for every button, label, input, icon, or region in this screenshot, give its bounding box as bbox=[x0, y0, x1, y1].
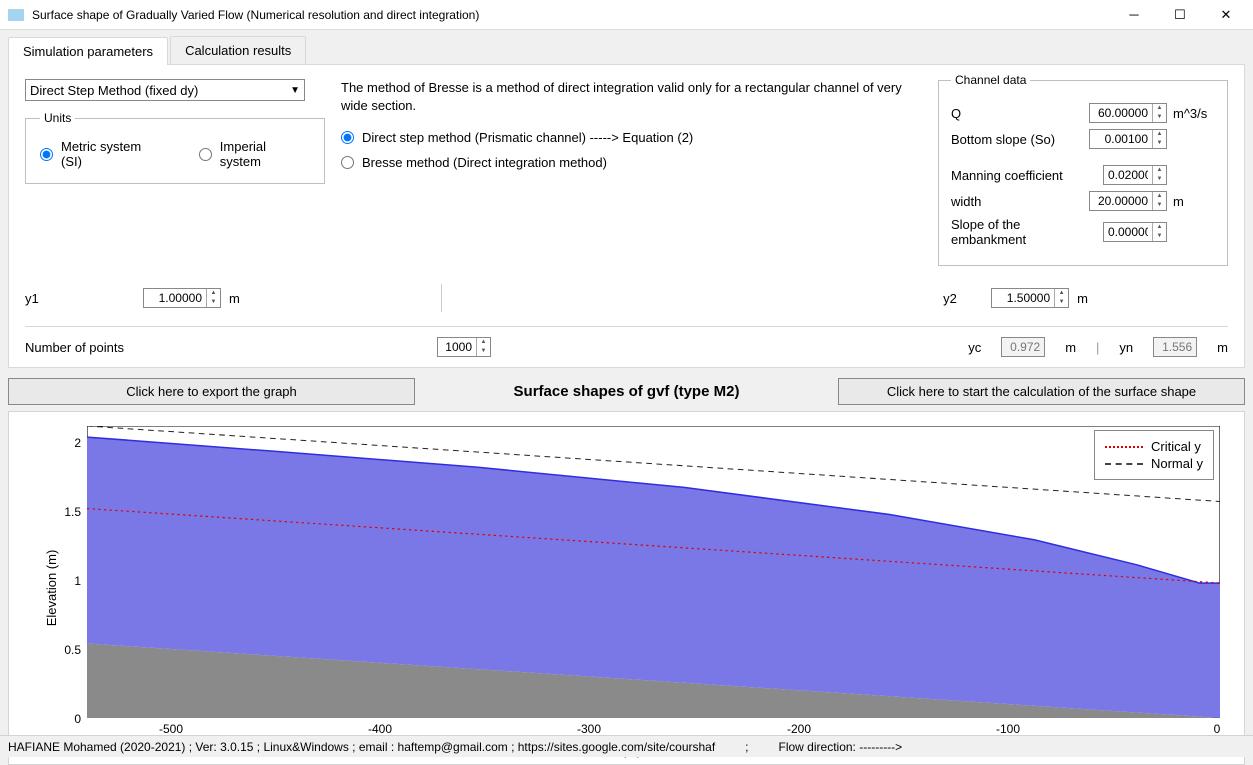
action-row: Click here to export the graph Surface s… bbox=[8, 378, 1245, 405]
title-bar: Surface shape of Gradually Varied Flow (… bbox=[0, 0, 1253, 30]
radio-direct-step[interactable]: Direct step method (Prismatic channel) -… bbox=[341, 130, 922, 145]
status-sep: ; bbox=[745, 740, 748, 754]
label-number-of-points: Number of points bbox=[25, 340, 425, 355]
label-width: width bbox=[951, 194, 1083, 209]
unit-y1: m bbox=[229, 291, 240, 306]
unit-width: m bbox=[1173, 194, 1215, 209]
output-yn bbox=[1153, 337, 1197, 357]
legend-critical: Critical y bbox=[1151, 439, 1201, 454]
input-number-of-points[interactable]: ▲▼ bbox=[437, 337, 491, 357]
label-Q: Q bbox=[951, 106, 1083, 121]
app-icon bbox=[8, 9, 24, 21]
unit-y2: m bbox=[1077, 291, 1088, 306]
label-y1: y1 bbox=[25, 291, 135, 306]
xtick: -300 bbox=[577, 722, 601, 736]
window-title: Surface shape of Gradually Varied Flow (… bbox=[32, 8, 1121, 22]
unit-yc: m bbox=[1065, 340, 1076, 355]
y-axis-label: Elevation (m) bbox=[44, 550, 59, 627]
channel-data-group: Channel data Q ▲▼ m^3/s Bottom slope (So… bbox=[938, 73, 1228, 266]
label-So: Bottom slope (So) bbox=[951, 132, 1083, 147]
method-dropdown-value: Direct Step Method (fixed dy) bbox=[30, 83, 198, 98]
input-y1[interactable]: ▲▼ bbox=[143, 288, 221, 308]
unit-Q: m^3/s bbox=[1173, 106, 1215, 121]
input-Q[interactable]: ▲▼ bbox=[1089, 103, 1167, 123]
chevron-down-icon: ▼ bbox=[290, 85, 300, 96]
tab-simulation-parameters[interactable]: Simulation parameters bbox=[8, 37, 168, 65]
status-bar: HAFIANE Mohamed (2020-2021) ; Ver: 3.0.1… bbox=[0, 735, 1253, 757]
xtick: 0 bbox=[1214, 722, 1221, 736]
input-manning[interactable]: ▲▼ bbox=[1103, 165, 1167, 185]
export-graph-button[interactable]: Click here to export the graph bbox=[8, 378, 415, 405]
tab-strip: Simulation parameters Calculation result… bbox=[8, 36, 1245, 65]
client-area: Simulation parameters Calculation result… bbox=[0, 30, 1253, 765]
status-flow-direction: Flow direction: ---------> bbox=[779, 740, 903, 754]
legend-normal: Normal y bbox=[1151, 456, 1203, 471]
label-yn: yn bbox=[1119, 340, 1133, 355]
y-row: y1 ▲▼ m y2 ▲▼ m bbox=[25, 284, 1228, 312]
close-button[interactable]: ✕ bbox=[1213, 5, 1239, 25]
maximize-button[interactable]: ☐ bbox=[1167, 5, 1193, 25]
label-yc: yc bbox=[968, 340, 981, 355]
radio-imperial[interactable]: Imperial system bbox=[199, 139, 310, 169]
left-column: Direct Step Method (fixed dy) ▼ Units Me… bbox=[25, 79, 325, 184]
middle-column: The method of Bresse is a method of dire… bbox=[341, 79, 922, 170]
xtick: -200 bbox=[787, 722, 811, 736]
ytick: 0.5 bbox=[64, 643, 81, 657]
input-width[interactable]: ▲▼ bbox=[1089, 191, 1167, 211]
bresse-note: The method of Bresse is a method of dire… bbox=[341, 79, 922, 114]
radio-bresse[interactable]: Bresse method (Direct integration method… bbox=[341, 155, 922, 170]
ytick: 1 bbox=[74, 574, 81, 588]
channel-data-legend: Channel data bbox=[951, 73, 1030, 87]
label-manning: Manning coefficient bbox=[951, 168, 1097, 183]
radio-metric[interactable]: Metric system (SI) bbox=[40, 139, 165, 169]
output-yc bbox=[1001, 337, 1045, 357]
units-legend: Units bbox=[40, 111, 75, 125]
chart-legend: Critical y Normal y bbox=[1094, 430, 1214, 480]
xtick: -100 bbox=[996, 722, 1020, 736]
units-group: Units Metric system (SI) Imperial system bbox=[25, 111, 325, 184]
xtick: -500 bbox=[159, 722, 183, 736]
method-dropdown[interactable]: Direct Step Method (fixed dy) ▼ bbox=[25, 79, 305, 101]
tab-page-simulation: Direct Step Method (fixed dy) ▼ Units Me… bbox=[8, 65, 1245, 368]
input-So[interactable]: ▲▼ bbox=[1089, 129, 1167, 149]
chart-title: Surface shapes of gvf (type M2) bbox=[423, 383, 830, 400]
input-y2[interactable]: ▲▼ bbox=[991, 288, 1069, 308]
label-embankment: Slope of the embankment bbox=[951, 217, 1097, 247]
ytick: 1.5 bbox=[64, 505, 81, 519]
window-controls: ─ ☐ ✕ bbox=[1121, 5, 1239, 25]
ytick: 2 bbox=[74, 436, 81, 450]
tab-calculation-results[interactable]: Calculation results bbox=[170, 36, 306, 64]
minimize-button[interactable]: ─ bbox=[1121, 5, 1147, 25]
start-calculation-button[interactable]: Click here to start the calculation of t… bbox=[838, 378, 1245, 405]
chart-svg bbox=[87, 426, 1220, 718]
unit-yn: m bbox=[1217, 340, 1228, 355]
divider bbox=[441, 284, 442, 312]
chart: Elevation (m) x (m) 0 0.5 1 1.5 2 bbox=[8, 411, 1245, 765]
input-embankment[interactable]: ▲▼ bbox=[1103, 222, 1167, 242]
points-row: Number of points ▲▼ yc m | yn m bbox=[25, 326, 1228, 357]
ytick: 0 bbox=[74, 712, 81, 726]
label-y2: y2 bbox=[943, 291, 983, 306]
status-left: HAFIANE Mohamed (2020-2021) ; Ver: 3.0.1… bbox=[8, 740, 715, 754]
xtick: -400 bbox=[368, 722, 392, 736]
